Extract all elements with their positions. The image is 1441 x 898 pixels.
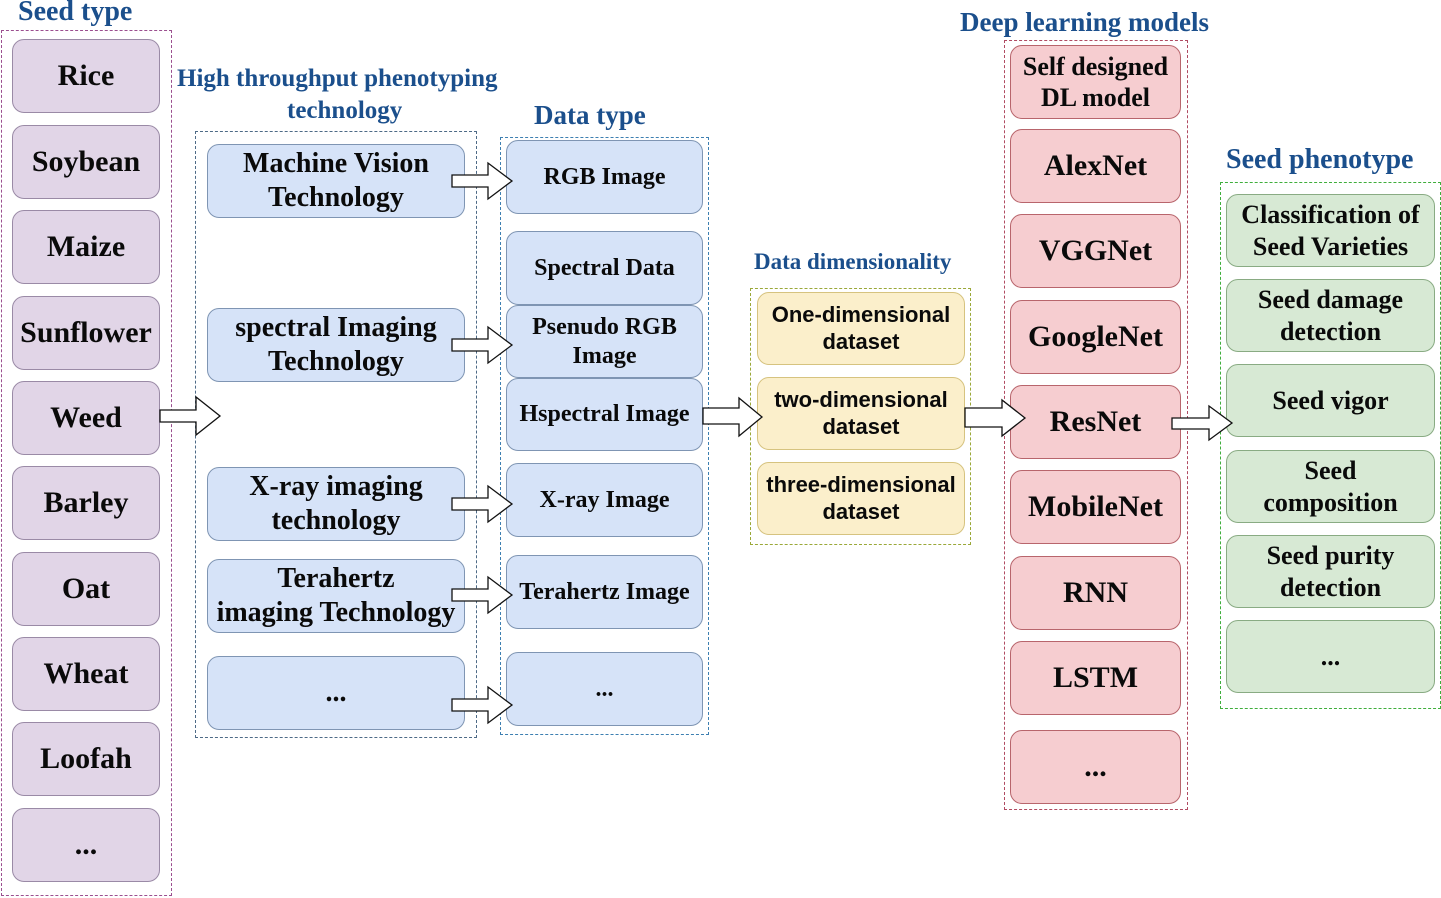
arrow-icon <box>451 325 514 365</box>
arrow-icon <box>451 161 514 201</box>
arrow-icon <box>702 396 764 438</box>
arrow-icon <box>159 395 222 437</box>
arrow-icon <box>964 398 1027 438</box>
arrow-icon <box>451 484 514 524</box>
flow-arrows <box>159 161 1234 725</box>
arrow-icon <box>451 575 514 615</box>
arrow-icon <box>1171 404 1234 442</box>
arrow-icon <box>451 685 514 725</box>
